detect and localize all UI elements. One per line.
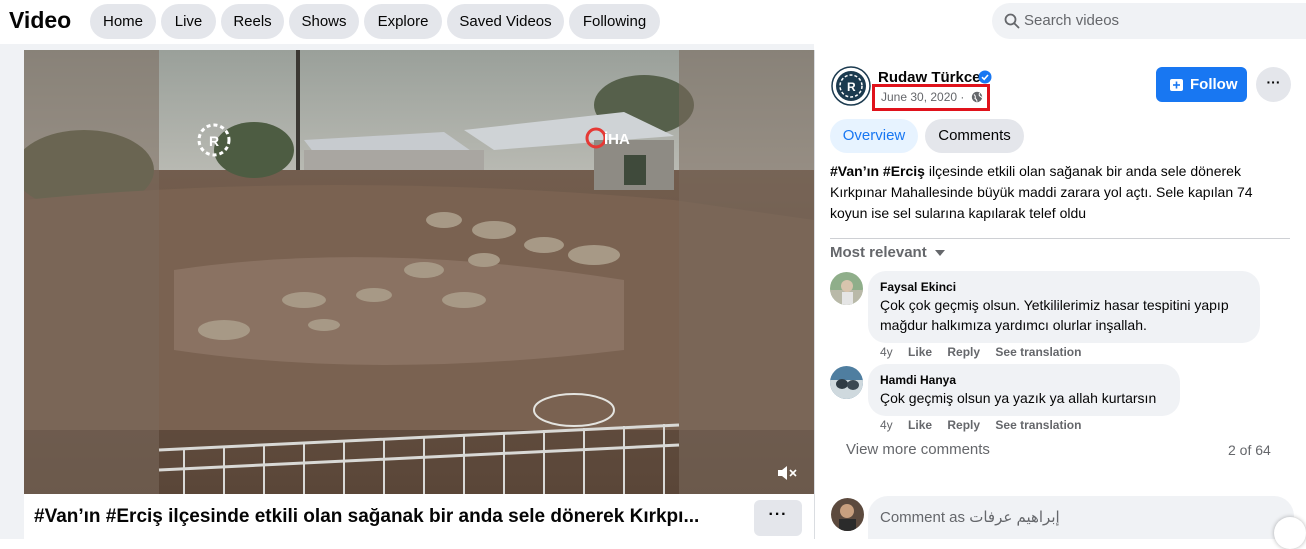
nav-saved-videos[interactable]: Saved Videos [447,4,564,39]
sort-label: Most relevant [830,244,927,261]
video-caption-bar: #Van’ın #Erciş ilçesinde etkili olan sağ… [24,494,814,539]
tab-comments[interactable]: Comments [925,119,1024,153]
comment-placeholder: Comment as إبراهيم عرفات [880,509,1060,526]
tab-overview[interactable]: Overview [830,119,918,153]
comment-text: Çok çok geçmiş olsun. Yetkililerimiz has… [880,297,1229,333]
reply-link[interactable]: Reply [947,418,980,432]
nav-home[interactable]: Home [90,4,156,39]
rudaw-watermark: R [209,133,219,149]
caret-down-icon [934,250,945,256]
nav-reels[interactable]: Reels [221,4,284,39]
follow-button[interactable]: Follow [1156,67,1247,102]
post-date[interactable]: June 30, 2020 · [881,90,964,104]
comment-age[interactable]: 4y [880,345,893,359]
page-avatar[interactable]: R [831,66,871,106]
hashtag-ercis[interactable]: #Erciş [883,163,925,179]
search-icon [1004,13,1020,29]
globe-icon [971,91,983,103]
commenter-avatar[interactable] [830,272,863,305]
see-translation-link[interactable]: See translation [995,345,1081,359]
video-frame: R İHA [24,50,814,494]
commenter-avatar[interactable] [830,366,863,399]
speaker-muted-icon[interactable] [776,463,798,483]
comment-bubble: Hamdi Hanya Çok geçmiş olsun ya yazık ya… [868,364,1180,416]
comment-text: Çok geçmiş olsun ya yazık ya allah kurta… [880,390,1157,406]
commenter-name[interactable]: Hamdi Hanya [880,372,1168,388]
search-box[interactable]: Search videos [992,3,1306,39]
reply-link[interactable]: Reply [947,345,980,359]
avatar-letter: R [847,80,856,94]
see-translation-link[interactable]: See translation [995,418,1081,432]
view-more-comments[interactable]: View more comments [846,441,990,458]
nav-explore[interactable]: Explore [364,4,442,39]
compose-icon[interactable] [1274,517,1306,549]
post-panel: R Rudaw Türkce June 30, 2020 · Follow ··… [814,50,1306,549]
comment-actions: 4y Like Reply See translation [880,418,1093,432]
comment-count: 2 of 64 [1228,442,1271,458]
nav-following[interactable]: Following [569,4,660,39]
like-link[interactable]: Like [908,418,932,432]
user-avatar[interactable] [831,498,864,531]
nav-live[interactable]: Live [161,4,216,39]
post-description: #Van’ın #Erciş ilçesinde etkili olan sağ… [830,161,1292,224]
video-caption: #Van’ın #Erciş ilçesinde etkili olan sağ… [34,506,700,527]
follow-label: Follow [1190,76,1238,93]
post-more-button[interactable]: ··· [1256,67,1291,102]
page-title: Video [9,7,72,33]
commenter-name[interactable]: Faysal Ekinci [880,279,1248,295]
video-player[interactable]: R İHA [24,50,814,494]
hashtag-van[interactable]: #Van’ın [830,163,879,179]
sort-comments-dropdown[interactable]: Most relevant [830,244,945,261]
top-bar: Video Home Live Reels Shows Explore Save… [0,0,1306,44]
comment-age[interactable]: 4y [880,418,893,432]
comment-bubble: Faysal Ekinci Çok çok geçmiş olsun. Yetk… [868,271,1260,343]
iha-watermark: İHA [604,131,630,148]
search-input[interactable]: Search videos [1024,12,1119,29]
divider [830,238,1290,239]
comment-actions: 4y Like Reply See translation [880,345,1093,359]
follow-page-icon [1170,79,1183,91]
nav-shows[interactable]: Shows [289,4,359,39]
comment-input[interactable]: Comment as إبراهيم عرفات [868,496,1294,539]
like-link[interactable]: Like [908,345,932,359]
date-highlight: June 30, 2020 · [872,84,990,111]
verified-badge-icon [978,70,992,84]
video-more-button[interactable]: ··· [754,500,802,536]
